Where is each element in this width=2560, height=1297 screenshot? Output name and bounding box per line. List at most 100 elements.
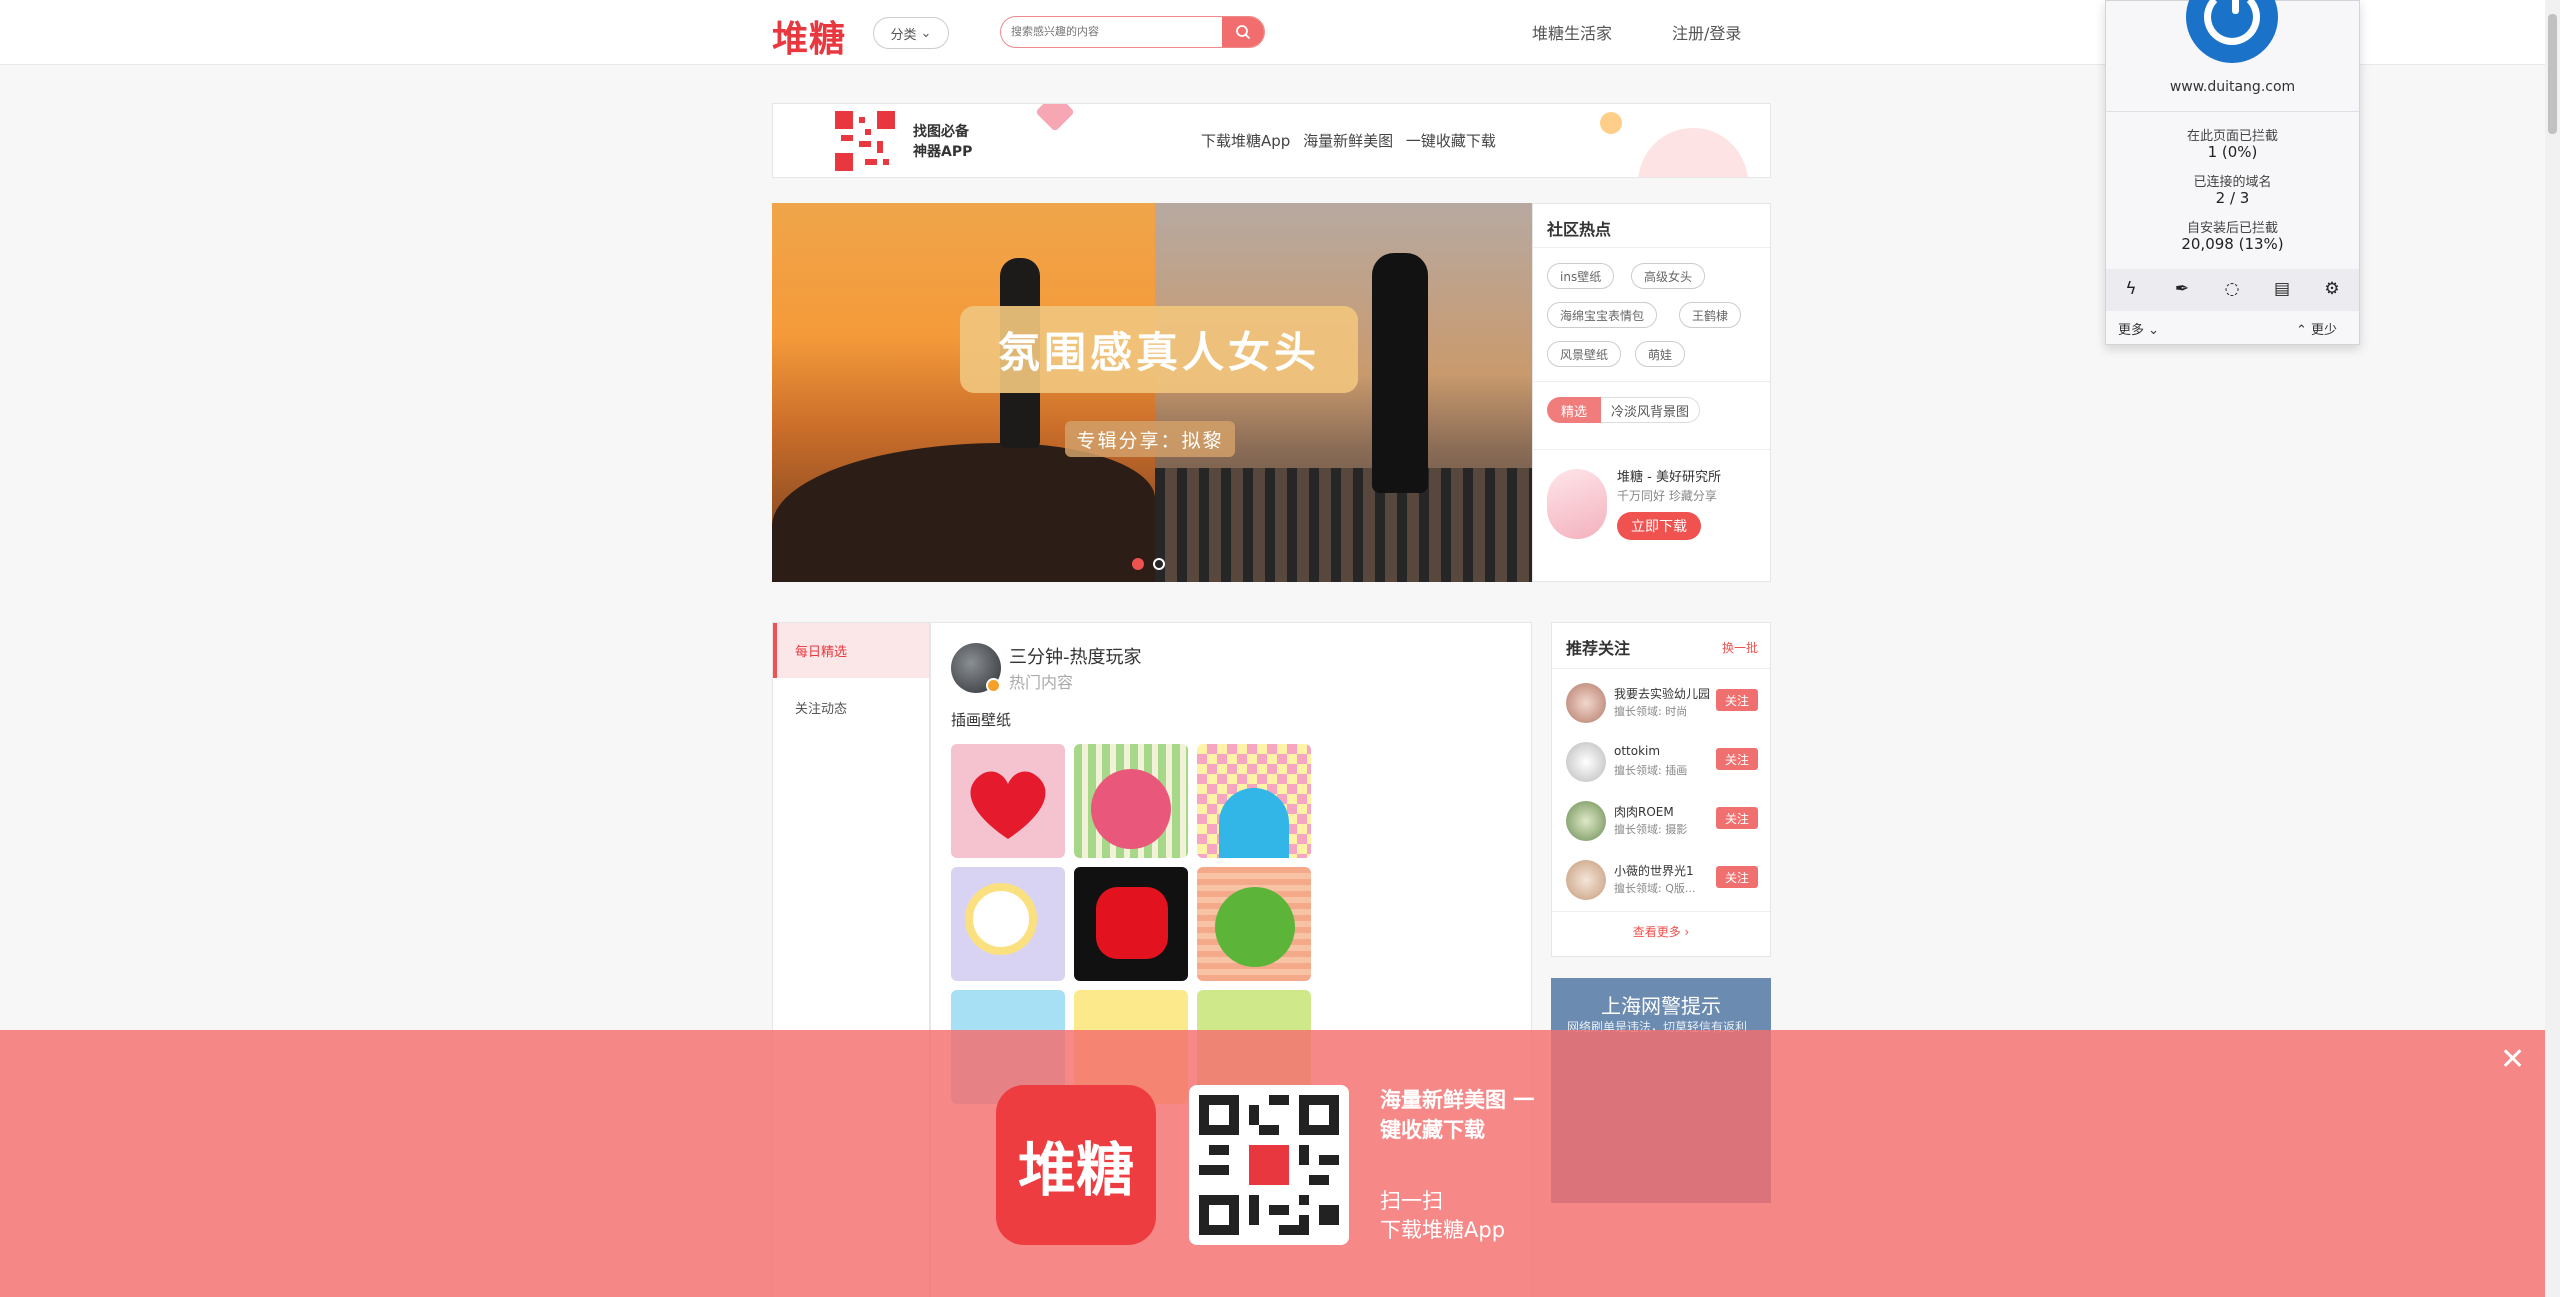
qr-code-icon bbox=[835, 111, 895, 171]
featured-link[interactable]: 冷淡风背景图 bbox=[1601, 397, 1701, 423]
refresh-recommend-link[interactable]: 换一批 bbox=[1722, 639, 1758, 656]
connected-domains-value: 2 / 3 bbox=[2215, 189, 2250, 207]
decor-circle-large bbox=[1638, 128, 1748, 177]
connected-domains-label: 已连接的域名 bbox=[2193, 175, 2272, 190]
carousel-dot-1[interactable] bbox=[1132, 558, 1144, 570]
featured-badge: 精选 bbox=[1547, 397, 1601, 423]
app-promo-sub: 千万同好 珍藏分享 bbox=[1617, 489, 1717, 503]
post-username[interactable]: 三分钟-热度玩家 bbox=[1009, 643, 1142, 669]
hot-tag[interactable]: 王鹤棣 bbox=[1679, 302, 1742, 328]
hot-tag[interactable]: 海绵宝宝表情包 bbox=[1547, 302, 1658, 328]
hot-tag[interactable]: 萌娃 bbox=[1635, 341, 1686, 367]
popup-less-button[interactable]: ⌃ 更少 bbox=[2296, 319, 2337, 338]
download-qr-code bbox=[1189, 1085, 1349, 1245]
follow-button[interactable]: 关注 bbox=[1716, 866, 1758, 888]
divider bbox=[2106, 111, 2359, 112]
nav-life-link[interactable]: 堆糖生活家 bbox=[1532, 20, 1612, 44]
search-icon bbox=[1236, 25, 1251, 40]
power-toggle-icon[interactable] bbox=[2186, 0, 2278, 63]
blue-arch-image bbox=[1219, 788, 1289, 858]
avatar[interactable] bbox=[1566, 801, 1606, 841]
avatar[interactable] bbox=[1566, 683, 1606, 723]
page-scrollbar[interactable] bbox=[2545, 0, 2560, 1297]
recommend-user-name[interactable]: 小薇的世界光1 bbox=[1614, 862, 1694, 879]
recommend-user-row[interactable]: 我要去实验幼儿园 擅长领域: 时尚 关注 bbox=[1566, 683, 1766, 728]
settings-icon[interactable]: ⚙ bbox=[2321, 279, 2343, 301]
gallery-thumb[interactable] bbox=[1197, 867, 1311, 981]
popup-more-label: 更多 bbox=[2118, 323, 2145, 338]
download-now-button[interactable]: 立即下载 bbox=[1617, 512, 1701, 540]
blocked-page-label: 在此页面已拦截 bbox=[2186, 129, 2278, 144]
divider bbox=[1552, 668, 1770, 669]
recommend-user-sub: 擅长领域: Q版... bbox=[1614, 882, 1696, 895]
recommend-user-row[interactable]: 肉肉ROEM 擅长领域: 摄影 关注 bbox=[1566, 801, 1766, 846]
hot-tag[interactable]: ins壁纸 bbox=[1547, 263, 1615, 289]
strip-line2: 神器APP bbox=[913, 144, 973, 160]
chevron-down-icon: ⌄ bbox=[920, 25, 932, 41]
blocked-page-value: 1 (0%) bbox=[2207, 143, 2258, 161]
avatar[interactable] bbox=[1566, 742, 1606, 782]
recommend-user-sub: 擅长领域: 摄影 bbox=[1614, 823, 1688, 836]
banner-carousel[interactable]: 氛围感真人女头 专辑分享：拟黎 bbox=[772, 203, 1532, 582]
red-flower-image bbox=[1096, 887, 1168, 959]
strip-line1: 找图必备 bbox=[913, 124, 969, 140]
hot-tag[interactable]: 风景壁纸 bbox=[1547, 341, 1622, 367]
recommend-user-name[interactable]: 肉肉ROEM bbox=[1614, 803, 1674, 820]
pink-circle-image bbox=[1091, 769, 1171, 849]
follow-button[interactable]: 关注 bbox=[1716, 748, 1758, 770]
view-more-link[interactable]: 查看更多 › bbox=[1552, 923, 1770, 940]
popup-more-button[interactable]: 更多 ⌄ bbox=[2118, 319, 2159, 338]
recommend-user-row[interactable]: 小薇的世界光1 擅长领域: Q版... 关注 bbox=[1566, 860, 1766, 905]
scrollbar-thumb[interactable] bbox=[2548, 14, 2557, 134]
follow-button[interactable]: 关注 bbox=[1716, 807, 1758, 829]
post-board-name[interactable]: 插画壁纸 bbox=[951, 709, 1011, 730]
post-meta: 热门内容 bbox=[1009, 673, 1074, 692]
popup-domain: www.duitang.com bbox=[2169, 79, 2296, 95]
verified-badge-icon bbox=[986, 678, 1001, 693]
gallery-thumb[interactable] bbox=[1197, 744, 1311, 858]
overlay-download-text: 下载堆糖App bbox=[1380, 1218, 1506, 1242]
recommend-user-row[interactable]: ottokim 擅长领域: 插画 关注 bbox=[1566, 742, 1766, 787]
gallery-thumb[interactable] bbox=[951, 744, 1065, 858]
hot-tag[interactable]: 高级女头 bbox=[1631, 263, 1706, 289]
hot-topics-panel: 社区热点 ins壁纸 高级女头 海绵宝宝表情包 王鹤棣 风景壁纸 萌娃 精选 冷… bbox=[1532, 203, 1771, 582]
search-button[interactable] bbox=[1222, 17, 1264, 47]
gallery-thumb[interactable] bbox=[1074, 867, 1188, 981]
search-input[interactable] bbox=[1011, 17, 1216, 47]
divider bbox=[1533, 247, 1770, 248]
chevron-down-icon: ⌄ bbox=[2148, 323, 2160, 338]
avatar[interactable] bbox=[1566, 860, 1606, 900]
lightning-icon[interactable]: ϟ bbox=[2120, 279, 2142, 301]
carousel-dot-2[interactable] bbox=[1153, 558, 1165, 570]
gallery-thumb[interactable] bbox=[1074, 744, 1188, 858]
close-icon[interactable]: ✕ bbox=[2500, 1042, 2525, 1077]
eyedropper-icon[interactable]: ✒ bbox=[2171, 279, 2193, 301]
app-promo-icon bbox=[1547, 469, 1607, 539]
site-logo[interactable]: 堆糖 bbox=[772, 10, 846, 62]
tab-daily[interactable]: 每日精选 bbox=[773, 623, 929, 678]
recommend-user-sub: 擅长领域: 时尚 bbox=[1614, 705, 1688, 718]
list-icon[interactable]: ▤ bbox=[2271, 279, 2293, 301]
qr-code-icon bbox=[1199, 1095, 1339, 1235]
nav-login-link[interactable]: 注册/登录 bbox=[1672, 20, 1741, 44]
follow-button[interactable]: 关注 bbox=[1716, 689, 1758, 711]
search-bar bbox=[1000, 16, 1265, 48]
chevron-up-icon: ⌃ bbox=[2296, 323, 2312, 338]
recommend-user-name[interactable]: 我要去实验幼儿园 bbox=[1614, 685, 1710, 702]
green-circle-image bbox=[1215, 887, 1295, 967]
tab-follow[interactable]: 关注动态 bbox=[773, 679, 929, 735]
popup-less-label: 更少 bbox=[2311, 323, 2338, 338]
banner-title: 氛围感真人女头 bbox=[960, 306, 1358, 393]
strip-slogan: 下载堆糖App 海量新鲜美图 一键收藏下载 bbox=[1201, 132, 1496, 150]
app-promo-strip[interactable]: 找图必备 神器APP 下载堆糖App 海量新鲜美图 一键收藏下载 bbox=[772, 103, 1771, 178]
gallery-thumb[interactable] bbox=[951, 867, 1065, 981]
recommend-user-name[interactable]: ottokim bbox=[1614, 744, 1660, 758]
recommend-follow-panel: 推荐关注 换一批 我要去实验幼儿园 擅长领域: 时尚 关注 ottokim 擅长… bbox=[1551, 622, 1771, 957]
divider bbox=[1533, 449, 1770, 450]
category-label: 分类 bbox=[890, 27, 917, 43]
white-circle-image bbox=[965, 883, 1037, 955]
chat-bubble-icon[interactable]: ◌ bbox=[2221, 279, 2243, 301]
overlay-headline: 海量新鲜美图 一键收藏下载 bbox=[1380, 1088, 1535, 1142]
app-download-overlay: ✕ 堆糖 海量新鲜美图 一键收藏下载 扫一扫 下载堆糖App bbox=[0, 1030, 2545, 1297]
category-dropdown[interactable]: 分类 ⌄ bbox=[873, 17, 949, 49]
